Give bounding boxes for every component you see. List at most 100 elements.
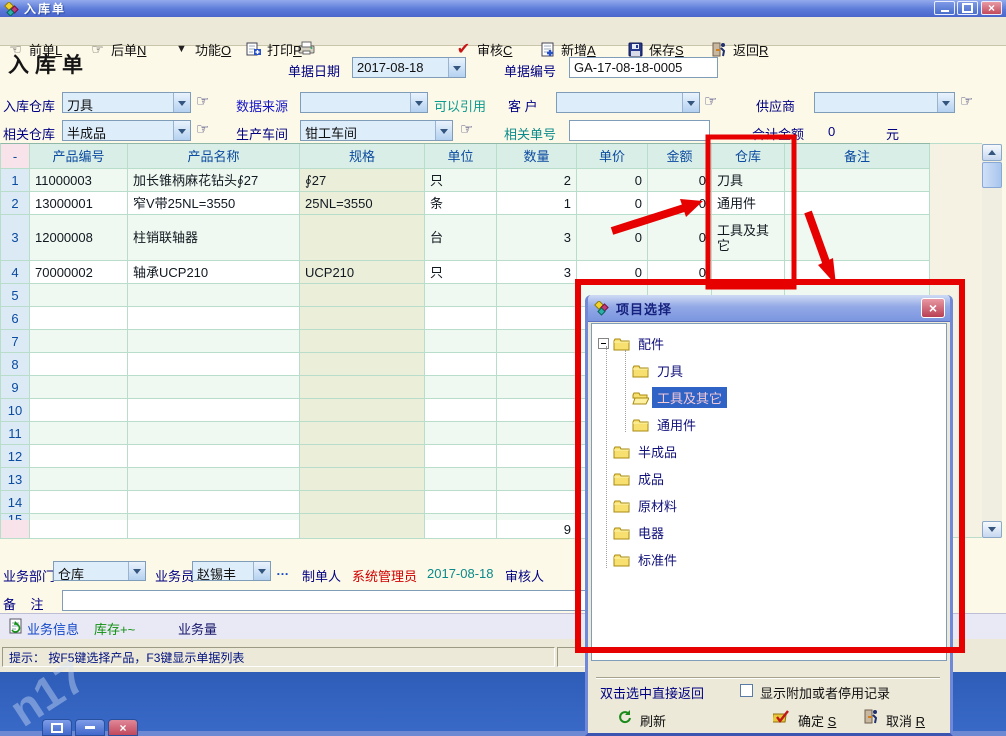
empty-cell[interactable] [425,330,497,353]
cell-spec[interactable]: 25NL=3550 [300,192,425,215]
empty-cell[interactable] [128,445,300,468]
chevron-down-icon[interactable] [173,121,190,140]
empty-cell[interactable] [425,491,497,514]
cell-amount[interactable]: 0 [648,192,712,215]
empty-cell[interactable] [30,284,128,307]
tree-item[interactable]: 原材料 [592,492,946,519]
empty-cell[interactable] [128,491,300,514]
empty-cell[interactable] [497,468,577,491]
chevron-down-icon[interactable] [410,93,427,112]
cell-spec[interactable]: ∮27 [300,169,425,192]
empty-cell[interactable] [300,445,425,468]
empty-cell[interactable] [425,422,497,445]
tree-item[interactable]: 半成品 [592,438,946,465]
tree-item[interactable]: 电器 [592,519,946,546]
scrollbar-thumb[interactable] [982,162,1002,188]
cancel-button[interactable]: 取消 R [886,711,925,730]
cell-unit[interactable]: 只 [425,261,497,284]
cell-spec[interactable]: UCP210 [300,261,425,284]
stock-link[interactable]: 库存+~ [94,619,135,638]
minimized-maximize-button[interactable] [75,719,105,736]
ok-check-icon[interactable] [773,708,790,724]
cell-qty[interactable]: 3 [497,261,577,284]
tree-item[interactable]: 工具及其它 [592,384,946,411]
tree-item-label[interactable]: 配件 [633,333,669,354]
vertical-scrollbar[interactable] [982,144,1002,538]
cell-name[interactable]: 窄V带25NL=3550 [128,192,300,215]
cell-amount[interactable]: 0 [648,215,712,261]
empty-cell[interactable] [300,376,425,399]
empty-cell[interactable] [300,284,425,307]
supplier-combo[interactable] [814,92,955,113]
in-warehouse-combo[interactable]: 刀具 [62,92,191,113]
empty-cell[interactable] [497,330,577,353]
tree-item-label[interactable]: 刀具 [652,360,688,381]
tree-item-label[interactable]: 原材料 [633,495,682,516]
quote-hint[interactable]: 可以引用 [434,96,486,115]
ok-button[interactable]: 确定 S [798,711,836,730]
empty-cell[interactable] [425,445,497,468]
empty-cell[interactable] [425,468,497,491]
cell-amount[interactable]: 0 [648,169,712,192]
empty-cell[interactable] [497,445,577,468]
dept-combo[interactable]: 仓库 [53,561,146,581]
picker-finger-icon[interactable]: ☞ [460,120,473,138]
empty-cell[interactable] [497,399,577,422]
empty-cell[interactable] [128,330,300,353]
chevron-down-icon[interactable] [435,121,452,140]
empty-cell[interactable] [30,330,128,353]
empty-cell[interactable] [30,376,128,399]
cell-remark[interactable] [785,215,930,261]
related-warehouse-combo[interactable]: 半成品 [62,120,191,141]
tree-item[interactable]: 标准件 [592,546,946,573]
dialog-close-icon[interactable]: × [921,298,945,318]
empty-cell[interactable] [425,399,497,422]
empty-cell[interactable] [300,468,425,491]
chevron-down-icon[interactable] [173,93,190,112]
picker-finger-icon[interactable]: ☞ [196,120,209,138]
customer-combo[interactable] [556,92,700,113]
empty-cell[interactable] [425,353,497,376]
cell-code[interactable]: 11000003 [30,169,128,192]
picker-finger-icon[interactable]: ☞ [196,92,209,110]
empty-cell[interactable] [30,353,128,376]
empty-cell[interactable] [128,399,300,422]
empty-cell[interactable] [30,468,128,491]
empty-cell[interactable] [30,307,128,330]
cancel-exit-icon[interactable] [863,708,880,724]
cell-amount[interactable]: 0 [648,261,712,284]
cell-unit[interactable]: 台 [425,215,497,261]
cell-code[interactable]: 13000001 [30,192,128,215]
empty-cell[interactable] [128,422,300,445]
minimize-button[interactable] [934,1,955,15]
tree-item[interactable]: 成品 [592,465,946,492]
cell-name[interactable]: 轴承UCP210 [128,261,300,284]
empty-cell[interactable] [300,330,425,353]
data-source-combo[interactable] [300,92,428,113]
clerk-combo[interactable]: 赵锡丰 [192,561,271,581]
cell-unit[interactable]: 条 [425,192,497,215]
empty-cell[interactable] [128,376,300,399]
show-disabled-checkbox[interactable] [740,684,753,697]
cell-warehouse[interactable]: 通用件 [712,192,785,215]
chevron-down-icon[interactable] [682,93,699,112]
related-no-input[interactable] [569,120,710,141]
cell-qty[interactable]: 1 [497,192,577,215]
volume-link[interactable]: 业务量 [178,619,217,638]
maximize-button[interactable] [957,1,978,15]
doc-no-input[interactable]: GA-17-08-18-0005 [569,57,718,78]
cell-warehouse[interactable] [712,261,785,284]
toolbar-button-4[interactable]: 打印P [242,38,305,60]
empty-cell[interactable] [30,422,128,445]
cell-price[interactable]: 0 [577,261,648,284]
close-button[interactable]: × [981,1,1002,15]
empty-cell[interactable] [497,353,577,376]
business-info-link[interactable]: 业务信息 [27,619,79,638]
empty-cell[interactable] [128,353,300,376]
empty-cell[interactable] [128,284,300,307]
tree-item[interactable]: 刀具 [592,357,946,384]
cell-code[interactable]: 70000002 [30,261,128,284]
tree-item-label[interactable]: 工具及其它 [652,387,727,408]
cell-qty[interactable]: 3 [497,215,577,261]
cell-remark[interactable] [785,192,930,215]
